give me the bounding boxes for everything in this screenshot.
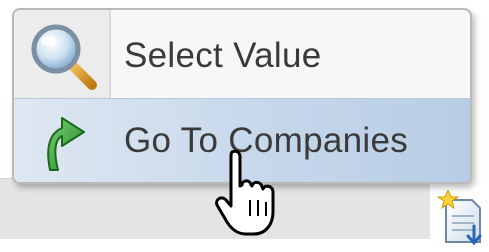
menu-item-select-value[interactable]: Select Value [14,14,470,98]
menu-item-label: Select Value [124,36,322,75]
magnifier-icon [28,21,98,91]
green-arrow-icon [28,106,98,176]
screen: Select Value Go To Companies [0,0,489,252]
hand-pointer-icon [212,148,282,238]
new-document-icon[interactable] [436,188,486,246]
